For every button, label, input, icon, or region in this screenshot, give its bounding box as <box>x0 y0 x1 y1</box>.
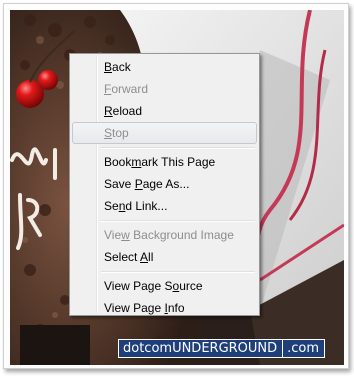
menu-item-reload[interactable]: Reload <box>72 100 257 122</box>
menu-item-view-background-image[interactable]: View Background Image <box>72 224 257 246</box>
menu-item-send-link[interactable]: Send Link... <box>72 195 257 217</box>
menu-item-select-all-label: Select All <box>104 250 154 264</box>
menu-item-forward-label: Forward <box>104 82 149 96</box>
browser-context-menu: Back Forward Reload Stop Bookmark This P… <box>69 53 260 316</box>
menu-separator <box>99 268 257 275</box>
menu-item-view-page-source-label: View Page Source <box>104 279 203 293</box>
menu-item-bookmark-page-label: Bookmark This Page <box>104 155 216 169</box>
menu-item-stop[interactable]: Stop <box>72 122 257 144</box>
menu-item-send-link-label: Send Link... <box>104 199 168 213</box>
menu-item-save-page-as-label: Save Page As... <box>104 177 190 191</box>
menu-separator <box>99 144 257 151</box>
menu-item-bookmark-page[interactable]: Bookmark This Page <box>72 151 257 173</box>
menu-item-stop-label: Stop <box>104 126 129 140</box>
watermark-logo: dotcomUNDERGROUND .com <box>118 339 326 358</box>
menu-item-view-page-source[interactable]: View Page Source <box>72 275 257 297</box>
menu-separator <box>99 217 257 224</box>
menu-item-select-all[interactable]: Select All <box>72 246 257 268</box>
menu-item-reload-label: Reload <box>104 104 143 118</box>
watermark-main-text: dotcomUNDERGROUND <box>119 340 283 357</box>
watermark-tld-text: .com <box>282 340 325 357</box>
menu-item-view-page-info-label: View Page Info <box>104 301 185 315</box>
menu-item-back[interactable]: Back <box>72 56 257 78</box>
menu-item-back-label: Back <box>104 60 131 74</box>
menu-item-forward[interactable]: Forward <box>72 78 257 100</box>
menu-item-view-page-info[interactable]: View Page Info <box>72 297 257 319</box>
menu-item-view-background-image-label: View Background Image <box>104 228 234 242</box>
menu-item-save-page-as[interactable]: Save Page As... <box>72 173 257 195</box>
